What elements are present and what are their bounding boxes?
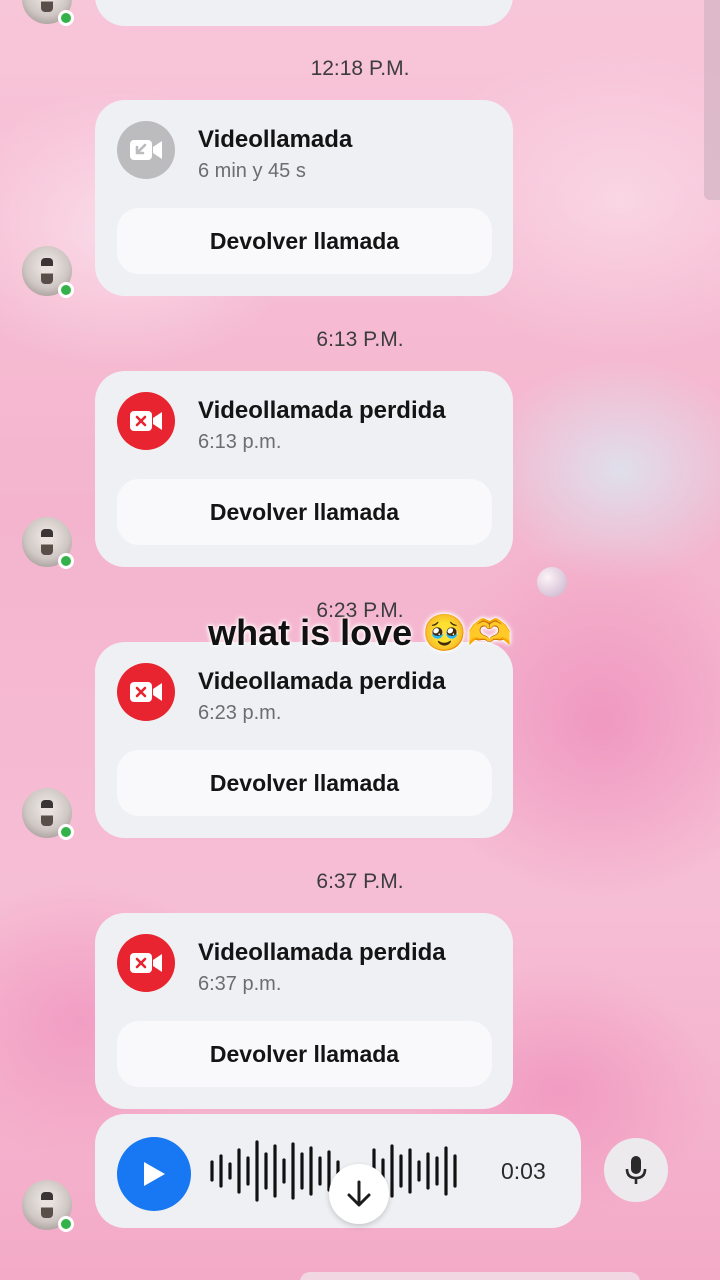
avatar[interactable]	[22, 517, 74, 569]
call-back-button[interactable]: Devolver llamada	[117, 479, 492, 545]
call-back-button[interactable]: Devolver llamada	[117, 750, 492, 816]
call-time: 6:23 p.m.	[198, 702, 282, 724]
call-time: 6:13 p.m.	[198, 431, 282, 453]
timestamp: 6:13 P.M.	[316, 328, 404, 351]
background-bubble	[537, 567, 567, 597]
online-indicator	[58, 282, 74, 298]
call-card[interactable]: Videollamada 6 min y 45 s Devolver llama…	[95, 100, 513, 296]
avatar-photo	[41, 258, 53, 284]
online-indicator	[58, 1216, 74, 1232]
previous-message-card	[95, 0, 513, 26]
arrow-down-icon[interactable]	[329, 1164, 389, 1224]
online-indicator	[58, 10, 74, 26]
call-title: Videollamada perdida	[198, 939, 446, 966]
online-indicator	[58, 553, 74, 569]
avatar-photo	[41, 1192, 53, 1218]
avatar-photo	[41, 529, 53, 555]
missed-video-call-icon	[117, 663, 175, 721]
call-title: Videollamada perdida	[198, 668, 446, 695]
call-card[interactable]: Videollamada perdida 6:23 p.m. Devolver …	[95, 642, 513, 838]
video-caption: what is love 🥹🫶	[208, 612, 512, 653]
call-back-button[interactable]: Devolver llamada	[117, 1021, 492, 1087]
call-card[interactable]: Videollamada perdida 6:13 p.m. Devolver …	[95, 371, 513, 567]
call-card[interactable]: Videollamada perdida 6:37 p.m. Devolver …	[95, 913, 513, 1109]
missed-video-call-icon	[117, 392, 175, 450]
call-back-button[interactable]: Devolver llamada	[117, 208, 492, 274]
online-indicator	[58, 824, 74, 840]
call-duration: 6 min y 45 s	[198, 160, 306, 182]
voice-duration: 0:03	[501, 1158, 546, 1184]
avatar-photo	[41, 0, 53, 12]
scrollbar[interactable]	[704, 0, 720, 200]
missed-video-call-icon	[117, 934, 175, 992]
avatar[interactable]	[22, 1180, 74, 1232]
play-icon[interactable]	[117, 1137, 191, 1211]
microphone-icon[interactable]	[604, 1138, 668, 1202]
avatar[interactable]	[22, 0, 74, 26]
avatar[interactable]	[22, 788, 74, 840]
avatar[interactable]	[22, 246, 74, 298]
video-call-incoming-icon	[117, 121, 175, 179]
call-title: Videollamada	[198, 126, 353, 153]
call-title: Videollamada perdida	[198, 397, 446, 424]
avatar-photo	[41, 800, 53, 826]
timestamp: 12:18 P.M.	[310, 57, 410, 80]
composer-edge	[300, 1272, 640, 1280]
call-time: 6:37 p.m.	[198, 973, 282, 995]
timestamp: 6:37 P.M.	[316, 870, 404, 893]
